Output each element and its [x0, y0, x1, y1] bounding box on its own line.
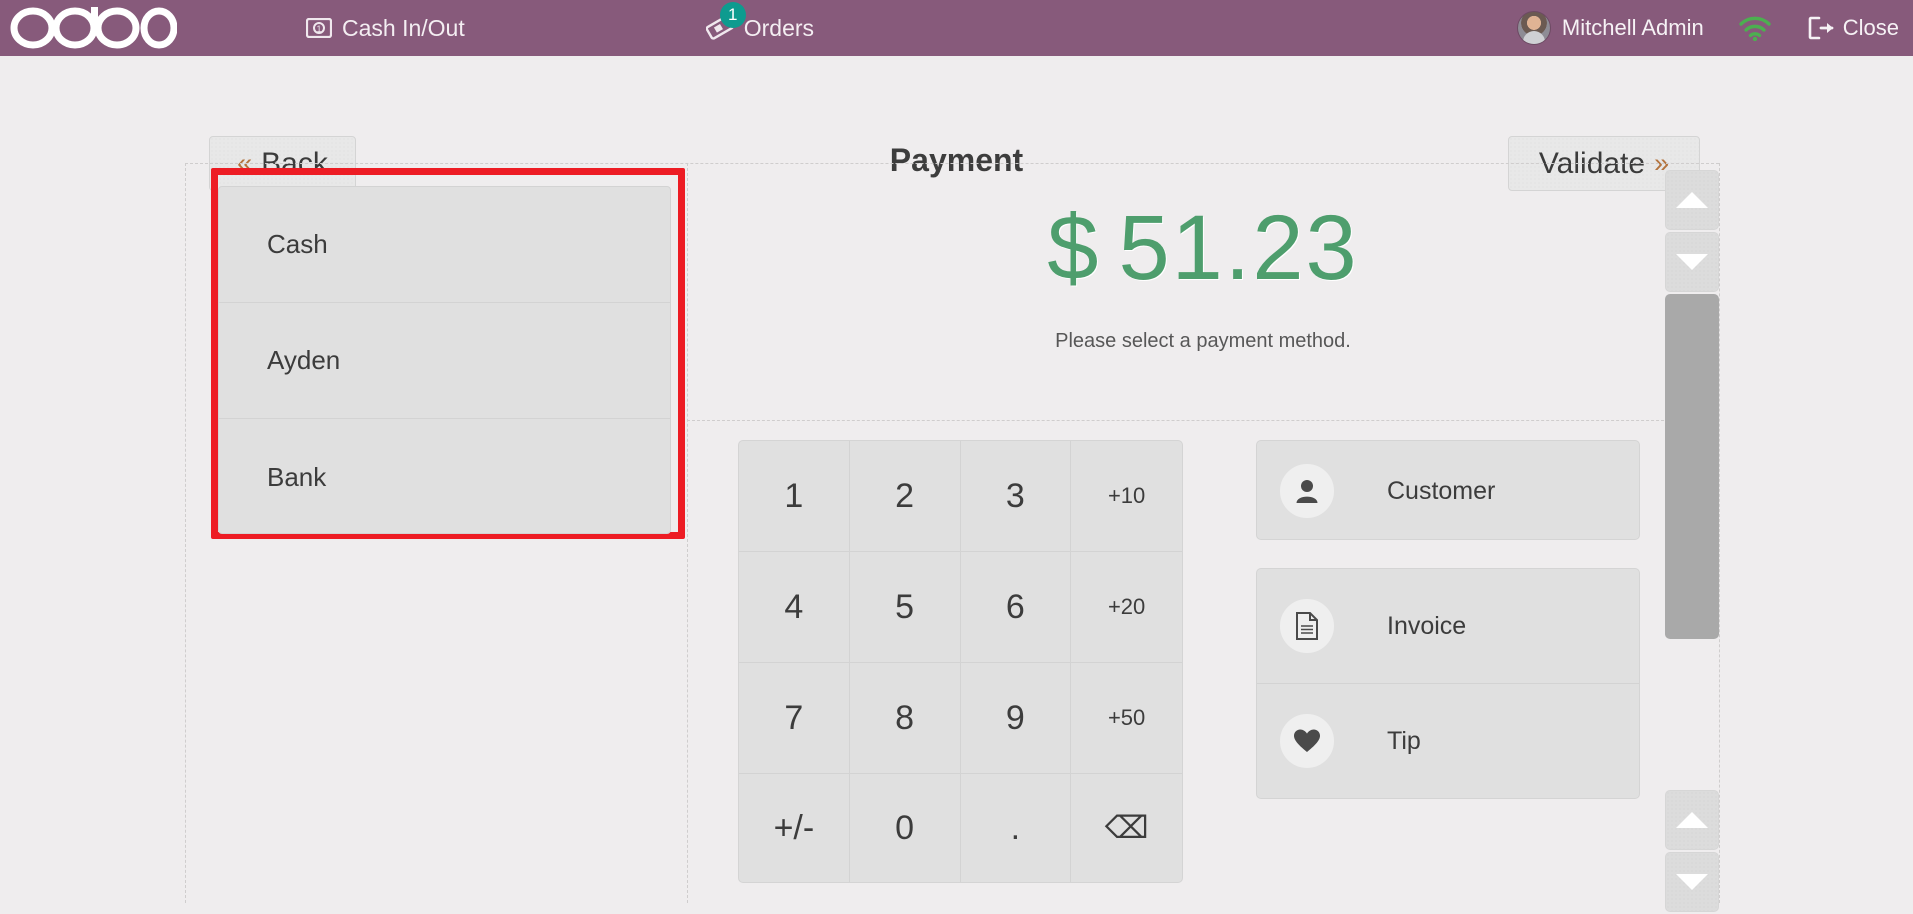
scrollbar-bottom-controls	[1665, 790, 1719, 914]
screen-header: « Back Payment Validate »	[0, 56, 1913, 191]
svg-text:1: 1	[316, 24, 321, 34]
scroll-page-up-button[interactable]	[1665, 790, 1719, 850]
nav-orders[interactable]: 1 Orders	[692, 0, 828, 56]
numpad-key-decimal[interactable]: .	[961, 774, 1072, 882]
numpad-key-3[interactable]: 3	[960, 441, 1072, 552]
wifi-icon[interactable]	[1738, 15, 1772, 41]
amount-value: 51.23	[1118, 197, 1359, 299]
person-icon	[1279, 463, 1335, 519]
scrollbar-top-controls	[1665, 170, 1719, 294]
user-name: Mitchell Admin	[1561, 15, 1704, 40]
payment-methods-list: Cash Ayden Bank	[218, 186, 671, 534]
scroll-down-button[interactable]	[1665, 232, 1719, 292]
numpad-key-label: 8	[895, 698, 915, 737]
numpad-key-label: 6	[1005, 587, 1025, 626]
payment-method-ayden[interactable]: Ayden	[219, 303, 670, 419]
panel-divider-right	[1719, 163, 1720, 903]
top-navbar: 1 Cash In/Out 1 Orders Mitchell Admin Cl…	[0, 0, 1913, 56]
numpad-key-label: 0	[895, 808, 915, 847]
nav-cash-in-out-label: Cash In/Out	[342, 14, 465, 41]
odoo-logo-icon	[10, 7, 177, 49]
arrow-up-icon	[1676, 812, 1708, 828]
arrow-down-icon	[1676, 874, 1708, 890]
numpad-key-7[interactable]: 7	[739, 663, 850, 774]
numpad-key-plus-20[interactable]: +20	[1071, 552, 1182, 663]
payment-hint: Please select a payment method.	[1055, 330, 1351, 352]
nav-orders-label: Orders	[743, 14, 815, 41]
payment-method-cash[interactable]: Cash	[219, 187, 670, 303]
payment-method-label: Bank	[267, 461, 327, 492]
orders-count-badge: 1	[719, 2, 746, 28]
logout-icon	[1808, 16, 1834, 40]
arrow-up-icon	[1676, 192, 1708, 208]
avatar	[1516, 11, 1551, 45]
invoice-tip-group: Invoice Tip	[1256, 568, 1640, 799]
document-icon	[1279, 598, 1335, 654]
tip-button[interactable]: Tip	[1257, 684, 1639, 798]
panel-divider-middle-horizontal	[687, 420, 1719, 421]
numpad-key-plus-50[interactable]: +50	[1071, 663, 1182, 774]
numpad: 1 2 3 +10 4 5 6 +20 7 8 9 +50 +/- 0 . ⌫	[738, 440, 1183, 883]
amount-due: $51.23	[687, 196, 1719, 301]
invoice-button-label: Invoice	[1387, 611, 1467, 640]
numpad-key-6[interactable]: 6	[960, 552, 1072, 663]
arrow-down-icon	[1676, 254, 1708, 270]
customer-button[interactable]: Customer	[1257, 441, 1639, 539]
numpad-key-label: +10	[1107, 483, 1146, 508]
numpad-key-label: 5	[895, 587, 915, 626]
numpad-key-backspace[interactable]: ⌫	[1071, 774, 1182, 882]
tip-button-label: Tip	[1387, 726, 1421, 755]
banknote-icon: 1	[306, 18, 332, 38]
heart-icon	[1279, 713, 1335, 769]
numpad-key-9[interactable]: 9	[960, 663, 1072, 774]
numpad-key-label: 3	[1005, 476, 1025, 515]
close-session-button[interactable]: Close	[1808, 15, 1899, 41]
scroll-page-down-button[interactable]	[1665, 852, 1719, 912]
invoice-button[interactable]: Invoice	[1257, 569, 1639, 684]
numpad-key-5[interactable]: 5	[849, 552, 961, 663]
panel-divider-top	[185, 163, 1719, 164]
numpad-key-label: 9	[1005, 698, 1025, 737]
numpad-key-label: +/-	[773, 808, 815, 847]
payment-method-bank[interactable]: Bank	[219, 419, 670, 533]
numpad-key-4[interactable]: 4	[739, 552, 850, 663]
numpad-key-label: +50	[1107, 705, 1146, 730]
scroll-up-button[interactable]	[1665, 170, 1719, 230]
numpad-key-0[interactable]: 0	[850, 774, 961, 882]
customer-action-group: Customer	[1256, 440, 1640, 540]
numpad-key-1[interactable]: 1	[739, 441, 850, 552]
numpad-key-label: 1	[784, 476, 804, 515]
customer-button-label: Customer	[1387, 476, 1496, 505]
numpad-key-label: 2	[895, 476, 915, 515]
numpad-key-label: 7	[784, 698, 804, 737]
scrollbar-thumb[interactable]	[1665, 294, 1719, 639]
nav-cash-in-out[interactable]: 1 Cash In/Out	[292, 0, 479, 56]
close-session-label: Close	[1842, 15, 1899, 40]
numpad-key-sign[interactable]: +/-	[739, 774, 850, 882]
payment-method-label: Cash	[267, 229, 328, 259]
numpad-key-8[interactable]: 8	[849, 663, 961, 774]
odoo-logo[interactable]	[8, 4, 178, 52]
currency-symbol: $	[1047, 197, 1101, 299]
numpad-key-plus-10[interactable]: +10	[1071, 441, 1182, 552]
panel-divider-left	[185, 163, 186, 903]
topbar-right-group: Mitchell Admin Close	[1516, 11, 1913, 45]
numpad-key-2[interactable]: 2	[849, 441, 961, 552]
numpad-key-label: .	[1010, 808, 1021, 847]
payment-method-label: Ayden	[267, 345, 341, 375]
backspace-icon: ⌫	[1104, 810, 1149, 845]
numpad-key-label: +20	[1107, 594, 1146, 619]
numpad-key-label: 4	[784, 587, 804, 626]
user-menu[interactable]: Mitchell Admin	[1516, 11, 1704, 45]
